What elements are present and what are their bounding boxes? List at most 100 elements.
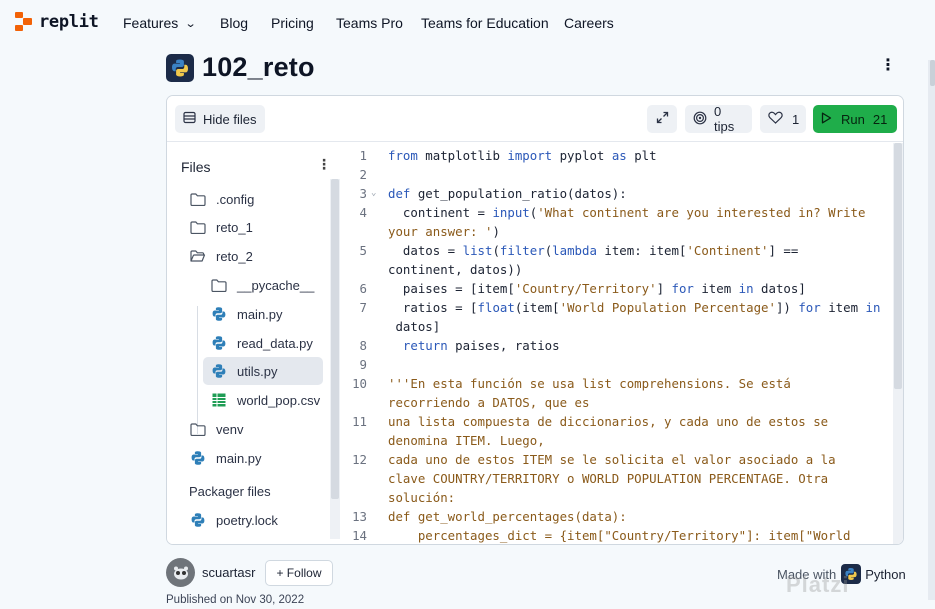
file-sidebar: Files ⋮ .config reto_1 reto_2 __pycache_… xyxy=(167,143,342,544)
tree-item-label: __pycache__ xyxy=(237,277,315,293)
line-number: 6 xyxy=(359,281,367,296)
tree-item-venv[interactable]: venv xyxy=(181,415,326,443)
more-options-icon[interactable]: ⋮ xyxy=(880,58,896,74)
files-menu-icon[interactable]: ⋮ xyxy=(317,157,331,171)
tree-item-label: poetry.lock xyxy=(216,512,278,528)
sidebar-scrollbar-thumb[interactable] xyxy=(331,179,339,499)
follow-button[interactable]: + Follow xyxy=(265,559,333,586)
line-number: 10 xyxy=(352,376,367,391)
run-label: Run xyxy=(841,111,865,127)
code-line: def get_population_ratio(datos): xyxy=(388,186,627,201)
code-line: ratios = [float(item['World Population P… xyxy=(388,300,881,315)
tree-item-poetry-lock[interactable]: poetry.lock xyxy=(181,506,326,534)
code-line: continent = input('What continent are yo… xyxy=(388,205,866,220)
python-file-icon xyxy=(189,449,207,467)
tree-item-label: world_pop.csv xyxy=(237,392,321,408)
tips-label: 0 tips xyxy=(714,104,735,134)
tree-item-pycache[interactable]: __pycache__ xyxy=(203,271,323,299)
code-line-wrap: your answer: ') xyxy=(388,224,500,239)
code-line: from matplotlib import pyplot as plt xyxy=(388,148,657,163)
code-line-wrap: datos] xyxy=(388,319,441,334)
code-line-wrap: clave COUNTRY/TERRITORY o WORLD POPULATI… xyxy=(388,471,829,486)
files-panel-icon xyxy=(183,111,196,127)
nav-teams-pro[interactable]: Teams Pro xyxy=(336,15,403,31)
line-number: 9 xyxy=(359,357,367,372)
avatar[interactable] xyxy=(166,558,195,587)
line-number: 2 xyxy=(359,167,367,182)
author-name[interactable]: scuartasr xyxy=(202,565,255,580)
embed-toolbar: Hide files 0 tips 1 Run 21 xyxy=(167,96,903,142)
run-count: 21 xyxy=(872,111,888,127)
tree-item-label: reto_2 xyxy=(216,248,253,264)
expand-icon xyxy=(656,111,669,127)
code-line: datos = list(filter(lambda item: item['C… xyxy=(388,243,799,258)
like-count: 1 xyxy=(792,111,800,127)
line-number: 11 xyxy=(352,414,367,429)
tree-item-label: main.py xyxy=(216,450,262,466)
tree-item-label: utils.py xyxy=(237,363,278,379)
tips-button[interactable]: 0 tips xyxy=(685,104,752,134)
line-number: 14 xyxy=(352,528,367,543)
tree-item-label: .config xyxy=(216,191,255,207)
tree-item-reto-1[interactable]: reto_1 xyxy=(181,213,326,241)
tree-item-read-data-py[interactable]: read_data.py xyxy=(203,329,323,357)
nav-teams-education[interactable]: Teams for Education xyxy=(421,15,549,31)
folder-icon xyxy=(210,276,228,294)
python-file-icon xyxy=(189,511,207,529)
hide-files-label: Hide files xyxy=(203,111,257,127)
replit-logo-icon xyxy=(15,12,33,32)
run-button[interactable]: Run 21 xyxy=(813,105,897,133)
line-number: 13 xyxy=(352,509,367,524)
code-line: '''En esta función se usa list comprehen… xyxy=(388,376,791,391)
code-line: def get_world_percentages(data): xyxy=(388,509,627,524)
nav-blog[interactable]: Blog xyxy=(220,15,248,31)
author-block: scuartasr + Follow xyxy=(166,558,333,587)
line-number: 1 xyxy=(359,148,367,163)
spreadsheet-icon xyxy=(210,391,228,409)
line-number: 4 xyxy=(359,205,367,220)
repl-title: 102_reto xyxy=(202,52,315,82)
platzi-watermark: Platzi xyxy=(786,572,850,597)
python-file-icon xyxy=(210,305,228,323)
repl-embed: Hide files 0 tips 1 Run 21 Files ⋮ .conf… xyxy=(166,95,904,545)
code-line-wrap: continent, datos)) xyxy=(388,262,523,277)
tree-item-utils-py[interactable]: utils.py xyxy=(203,357,323,385)
folder-open-icon xyxy=(189,247,207,265)
tree-item-config[interactable]: .config xyxy=(181,185,326,213)
expand-button[interactable] xyxy=(647,105,677,133)
code-line-wrap: recorriendo a DATOS, que es xyxy=(388,395,590,410)
hide-files-button[interactable]: Hide files xyxy=(175,105,265,133)
code-line: una lista compuesta de diccionarios, y c… xyxy=(388,414,829,429)
replit-logo[interactable]: replit xyxy=(15,12,99,32)
line-number: 3 xyxy=(359,186,367,201)
code-editor[interactable]: 1 from matplotlib import pyplot as plt 2… xyxy=(343,143,903,544)
code-line: cada uno de estos ITEM se le solicita el… xyxy=(388,452,836,467)
page-scrollbar-thumb[interactable] xyxy=(930,60,935,86)
tree-item-main-py-root[interactable]: main.py xyxy=(181,444,326,472)
folder-icon xyxy=(189,190,207,208)
play-icon xyxy=(821,112,832,127)
page-scrollbar[interactable] xyxy=(928,60,935,600)
python-icon xyxy=(166,53,194,82)
fold-chevron-icon[interactable]: ⌄ xyxy=(371,188,376,198)
tips-icon xyxy=(693,111,707,128)
line-number: 7 xyxy=(359,300,367,315)
python-file-icon xyxy=(210,362,228,380)
line-number: 8 xyxy=(359,338,367,353)
like-button[interactable]: 1 xyxy=(760,105,806,133)
editor-scrollbar-thumb[interactable] xyxy=(894,143,902,389)
code-line-wrap: denomina ITEM. Luego, xyxy=(388,433,545,448)
nav-careers[interactable]: Careers xyxy=(564,15,614,31)
code-line-wrap: solución: xyxy=(388,490,456,505)
tree-item-label: main.py xyxy=(237,306,283,322)
repl-header: 102_reto xyxy=(166,52,315,83)
tree-item-world-pop-csv[interactable]: world_pop.csv xyxy=(203,386,323,414)
line-number: 5 xyxy=(359,243,367,258)
tree-item-main-py[interactable]: main.py xyxy=(203,300,323,328)
nav-features[interactable]: Features ⌄ xyxy=(123,15,197,31)
folder-icon xyxy=(189,218,207,236)
packager-files-header: Packager files xyxy=(189,484,271,499)
nav-pricing[interactable]: Pricing xyxy=(271,15,314,31)
tree-item-reto-2[interactable]: reto_2 xyxy=(181,242,326,270)
python-file-icon xyxy=(210,334,228,352)
